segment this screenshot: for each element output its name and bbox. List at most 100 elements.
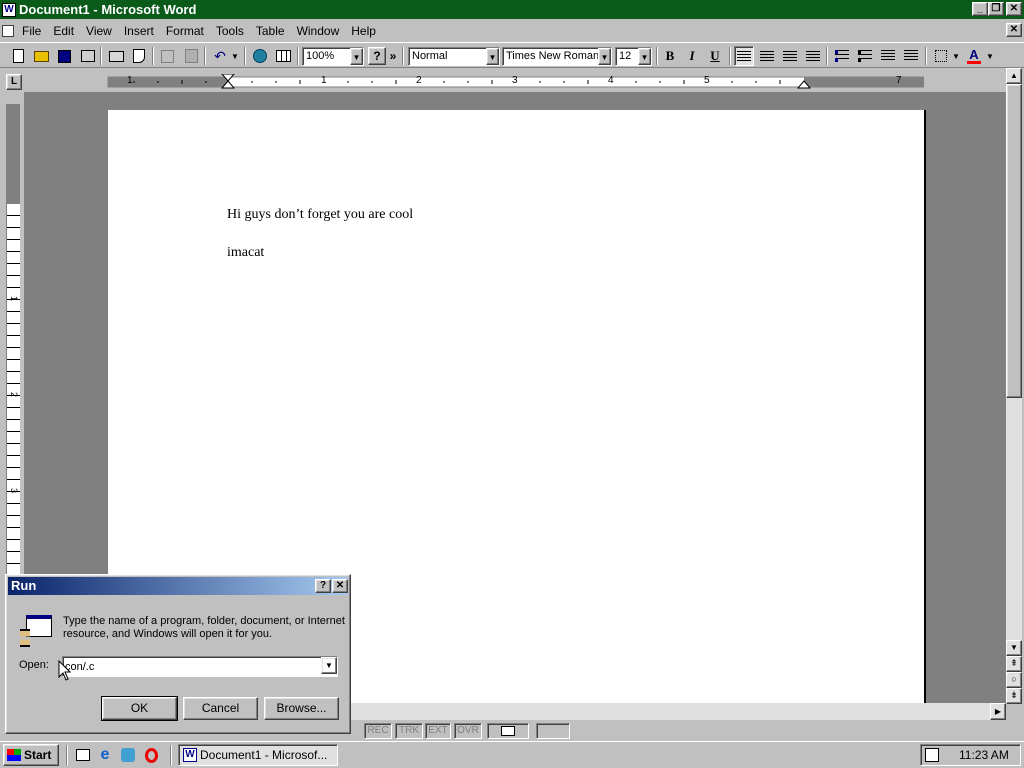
menu-tools[interactable]: Tools — [210, 24, 250, 38]
toolbar: ↶ ▼ 100% ▼ ? » Normal ▼ Times New Roman ▼ 1… — [0, 42, 1024, 68]
document-paragraph[interactable]: Hi guys don’t forget you are cool — [227, 207, 413, 223]
previous-page-button[interactable]: ⇞ — [1006, 656, 1022, 672]
vertical-scrollbar[interactable]: ▲ ▼ ⇞ ○ ⇟ — [1006, 68, 1022, 704]
chevron-down-icon[interactable]: ▼ — [486, 48, 499, 65]
italic-button[interactable]: I — [682, 46, 702, 66]
undo-button[interactable]: ↶ — [210, 46, 230, 66]
scroll-right-button[interactable]: ▶ — [990, 703, 1006, 720]
style-select[interactable]: Normal ▼ — [408, 47, 500, 66]
browse-button[interactable]: Browse... — [264, 697, 339, 720]
restore-button[interactable]: ❐ — [988, 2, 1004, 16]
font-size-select[interactable]: 12 ▼ — [615, 47, 652, 66]
font-color-button[interactable]: A — [964, 46, 984, 66]
insert-table-button[interactable] — [273, 46, 293, 66]
increase-indent-button[interactable] — [901, 46, 921, 66]
ok-button[interactable]: OK — [101, 696, 178, 721]
underline-button[interactable]: U — [705, 46, 725, 66]
select-browse-object-button[interactable]: ○ — [1006, 672, 1022, 688]
taskbar-button-word[interactable]: W Document1 - Microsof... — [178, 744, 338, 766]
status-rec[interactable]: REC — [364, 723, 392, 739]
menu-table[interactable]: Table — [250, 24, 291, 38]
font-color-dropdown[interactable]: ▼ — [985, 46, 995, 66]
help-button[interactable]: ? — [368, 47, 386, 65]
opera-button[interactable] — [142, 746, 160, 764]
close-button[interactable]: ✕ — [1006, 2, 1022, 16]
status-spelling[interactable] — [487, 723, 529, 739]
word-icon: W — [2, 2, 16, 17]
scroll-up-button[interactable]: ▲ — [1006, 68, 1022, 84]
open-combobox[interactable]: ▼ — [62, 656, 338, 677]
print-preview-button[interactable] — [129, 46, 149, 66]
chevron-down-icon[interactable]: ▼ — [638, 48, 651, 65]
open-input[interactable] — [65, 659, 317, 674]
run-close-button[interactable]: ✕ — [332, 579, 348, 593]
cancel-button[interactable]: Cancel — [183, 697, 258, 720]
scroll-down-button[interactable]: ▼ — [1006, 640, 1022, 656]
new-document-button[interactable] — [8, 46, 28, 66]
internet-explorer-button[interactable]: e — [96, 746, 114, 764]
start-label: Start — [24, 748, 52, 762]
numbering-button[interactable] — [832, 46, 852, 66]
increase-indent-icon — [904, 50, 918, 62]
menu-insert[interactable]: Insert — [118, 24, 160, 38]
borders-button[interactable] — [931, 46, 951, 66]
print-button[interactable] — [106, 46, 126, 66]
zoom-select[interactable]: 100% ▼ — [302, 47, 364, 66]
status-trk[interactable]: TRK — [395, 723, 423, 739]
font-select[interactable]: Times New Roman ▼ — [502, 47, 612, 66]
paste-button[interactable] — [181, 46, 201, 66]
tab-selector[interactable]: L — [6, 74, 22, 90]
menu-window[interactable]: Window — [291, 24, 346, 38]
bullets-button[interactable] — [855, 46, 875, 66]
minimize-button[interactable]: _ — [972, 2, 988, 16]
channels-button[interactable] — [119, 746, 137, 764]
align-right-button[interactable] — [780, 46, 800, 66]
web-toolbar-button[interactable] — [250, 46, 270, 66]
tray-scheduler-icon[interactable] — [925, 748, 939, 762]
scroll-thumb[interactable] — [1006, 84, 1022, 398]
numbered-list-icon — [835, 50, 849, 62]
document-close-button[interactable]: ✕ — [1006, 23, 1022, 37]
menu-file[interactable]: File — [16, 24, 47, 38]
run-dialog-titlebar[interactable]: Run — [8, 577, 348, 595]
menu-format[interactable]: Format — [160, 24, 210, 38]
run-dialog: Run ? ✕ Type the name of a program, fold… — [5, 574, 351, 734]
save-button[interactable] — [54, 46, 74, 66]
chevron-down-icon[interactable]: ▼ — [598, 48, 611, 65]
run-help-button[interactable]: ? — [315, 579, 331, 593]
undo-dropdown-button[interactable]: ▼ — [230, 46, 240, 66]
font-size-value: 12 — [619, 50, 632, 62]
next-page-button[interactable]: ⇟ — [1006, 688, 1022, 704]
font-value: Times New Roman — [506, 50, 600, 62]
document-paragraph[interactable]: imacat — [227, 245, 264, 261]
decrease-indent-button[interactable] — [878, 46, 898, 66]
align-center-icon — [760, 50, 774, 62]
menu-view[interactable]: View — [80, 24, 118, 38]
menu-help[interactable]: Help — [345, 24, 382, 38]
status-ext[interactable]: EXT — [425, 723, 451, 739]
chevron-down-icon[interactable]: ▼ — [350, 48, 363, 65]
horizontal-ruler[interactable]: 1 1 2 3 4 5 7 — [24, 73, 925, 90]
menu-edit[interactable]: Edit — [47, 24, 80, 38]
more-buttons[interactable]: » — [388, 46, 398, 66]
ruler-number: 7 — [896, 75, 902, 86]
channels-icon — [121, 748, 135, 762]
borders-dropdown[interactable]: ▼ — [951, 46, 961, 66]
bold-button[interactable]: B — [660, 46, 680, 66]
email-button[interactable] — [78, 46, 98, 66]
open-button[interactable] — [31, 46, 51, 66]
book-check-icon — [501, 726, 515, 736]
align-left-button[interactable] — [734, 46, 754, 66]
vruler-number: 3 — [9, 488, 19, 494]
start-button[interactable]: Start — [3, 744, 59, 766]
open-dropdown-button[interactable]: ▼ — [321, 657, 337, 674]
show-desktop-button[interactable] — [74, 746, 92, 764]
copy-button[interactable] — [157, 46, 177, 66]
align-center-button[interactable] — [757, 46, 777, 66]
status-ovr[interactable]: OVR — [454, 723, 482, 739]
vruler-number: 1 — [9, 296, 19, 302]
clock[interactable]: 11:23 AM — [959, 748, 1009, 762]
horizontal-scrollbar[interactable]: ▶ — [348, 703, 1006, 720]
double-chevron-down-icon: ⇟ — [1010, 690, 1018, 700]
justify-button[interactable] — [803, 46, 823, 66]
